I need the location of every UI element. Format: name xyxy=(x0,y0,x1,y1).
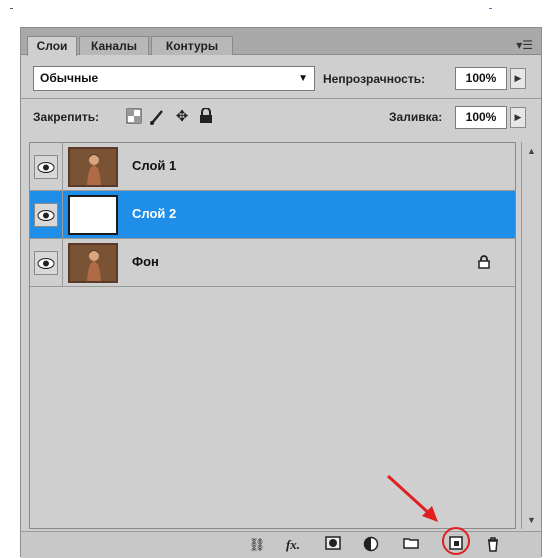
tab-layers[interactable]: Слои xyxy=(27,36,77,56)
lock-all-icon[interactable] xyxy=(197,107,215,126)
lock-transparent-icon[interactable] xyxy=(125,108,143,126)
tab-bar: Слои Каналы Контуры ▾☰ xyxy=(21,28,541,56)
opacity-input[interactable]: 100% xyxy=(455,67,507,90)
adjustment-layer-icon[interactable] xyxy=(361,536,381,554)
visibility-eye-icon[interactable] xyxy=(34,203,58,227)
layers-panel: Слои Каналы Контуры ▾☰ Обычные ▼ Непрозр… xyxy=(20,27,542,558)
lock-paint-icon[interactable] xyxy=(149,108,167,126)
scrollbar[interactable]: ▲ ▼ xyxy=(521,142,541,529)
panel-menu-icon[interactable]: ▾☰ xyxy=(516,38,533,52)
top-artifact-left xyxy=(10,8,13,9)
visibility-eye-icon[interactable] xyxy=(34,155,58,179)
fill-input[interactable]: 100% xyxy=(455,106,507,129)
fill-label: Заливка: xyxy=(389,110,443,124)
layer-name: Слой 2 xyxy=(132,206,177,221)
layer-row[interactable]: Слой 1 xyxy=(30,143,515,191)
blend-mode-select[interactable]: Обычные ▼ xyxy=(33,66,315,91)
trash-icon[interactable] xyxy=(483,536,503,554)
divider xyxy=(21,98,541,99)
separator xyxy=(62,191,63,239)
lock-label: Закрепить: xyxy=(33,110,100,124)
blend-mode-value: Обычные xyxy=(40,71,99,85)
tab-channels[interactable]: Каналы xyxy=(79,36,149,55)
tab-paths[interactable]: Контуры xyxy=(151,36,233,55)
separator xyxy=(62,143,63,191)
layer-row[interactable]: Фон xyxy=(30,239,515,287)
opacity-label: Непрозрачность: xyxy=(323,72,426,86)
annotation-arrow xyxy=(386,474,438,522)
annotation-circle xyxy=(442,527,470,555)
layer-row-selected[interactable]: Слой 2 xyxy=(30,191,515,239)
new-group-icon[interactable] xyxy=(401,536,421,554)
layer-thumbnail xyxy=(68,147,118,187)
layer-lock-icon xyxy=(478,255,490,274)
layer-name: Слой 1 xyxy=(132,158,177,173)
lock-move-icon[interactable]: ✥ xyxy=(173,108,191,126)
scroll-up-icon[interactable]: ▲ xyxy=(522,146,541,156)
layer-name: Фон xyxy=(132,254,159,269)
link-layers-icon[interactable]: ⛓ xyxy=(247,536,267,554)
fill-slider-button[interactable]: ▶ xyxy=(510,107,526,128)
scroll-down-icon[interactable]: ▼ xyxy=(522,515,541,525)
layer-thumbnail xyxy=(68,243,118,283)
top-artifact-right xyxy=(489,8,492,9)
add-mask-icon[interactable] xyxy=(323,536,343,554)
layer-thumbnail xyxy=(68,195,118,235)
visibility-eye-icon[interactable] xyxy=(34,251,58,275)
separator xyxy=(62,239,63,287)
opacity-slider-button[interactable]: ▶ xyxy=(510,68,526,89)
fx-icon[interactable]: fx. xyxy=(279,536,307,554)
dropdown-arrow-icon: ▼ xyxy=(298,73,308,84)
